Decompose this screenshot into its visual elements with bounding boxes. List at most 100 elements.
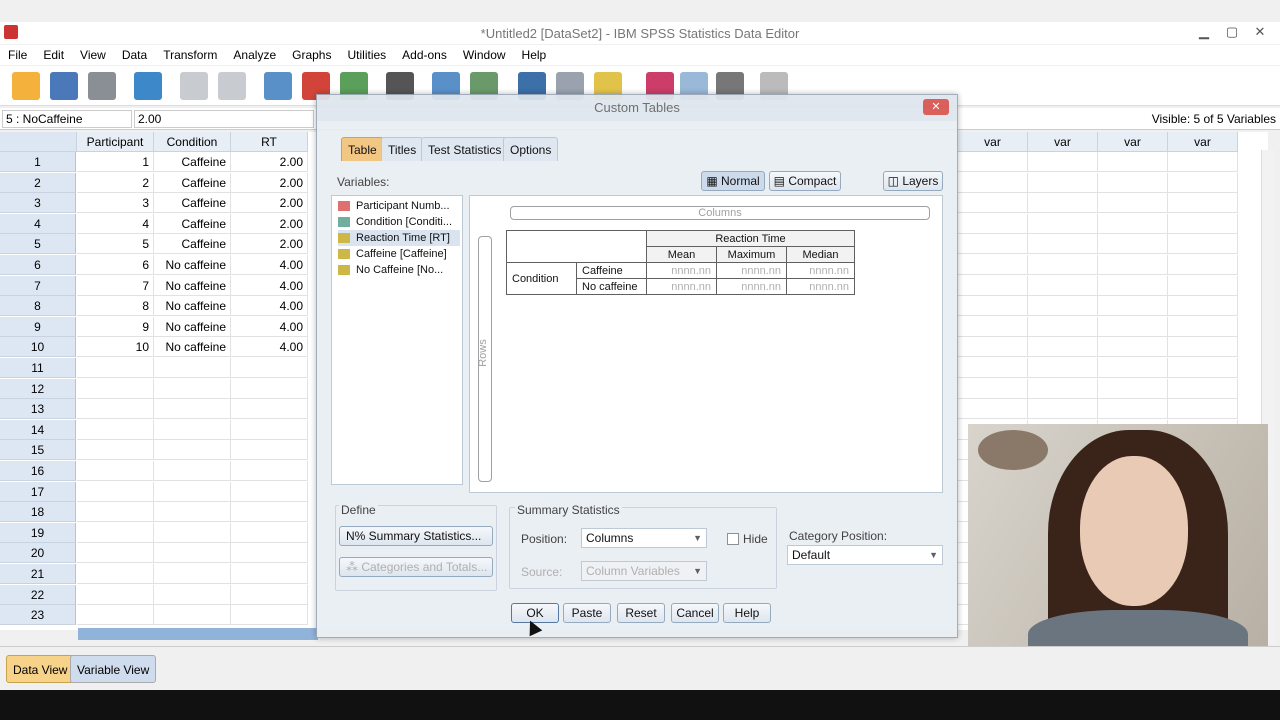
row-number[interactable]: 13 bbox=[0, 399, 76, 420]
menu-window[interactable]: Window bbox=[455, 45, 514, 65]
column-header-var[interactable]: var bbox=[1098, 132, 1168, 152]
table-cell[interactable] bbox=[1028, 213, 1098, 234]
column-header-var[interactable]: var bbox=[1168, 132, 1238, 152]
table-cell[interactable] bbox=[1098, 296, 1168, 317]
row-number[interactable]: 14 bbox=[0, 419, 76, 440]
table-cell[interactable] bbox=[77, 378, 154, 399]
table-cell[interactable] bbox=[231, 584, 308, 605]
print-icon[interactable] bbox=[88, 72, 116, 100]
row-number[interactable]: 3 bbox=[0, 193, 76, 214]
table-cell-participant[interactable]: 10 bbox=[77, 337, 154, 358]
table-cell[interactable] bbox=[1168, 213, 1238, 234]
table-cell-participant[interactable]: 5 bbox=[77, 234, 154, 255]
redo-icon[interactable] bbox=[218, 72, 246, 100]
table-cell[interactable] bbox=[1168, 316, 1238, 337]
table-cell-condition[interactable]: Caffeine bbox=[154, 152, 231, 172]
table-cell[interactable] bbox=[958, 378, 1028, 399]
table-cell[interactable] bbox=[958, 172, 1028, 193]
row-number[interactable]: 16 bbox=[0, 461, 76, 481]
row-number[interactable]: 7 bbox=[0, 275, 76, 296]
table-cell[interactable] bbox=[1168, 399, 1238, 420]
help-button[interactable]: Help bbox=[723, 603, 771, 623]
table-cell-participant[interactable]: 1 bbox=[77, 152, 154, 172]
open-folder-icon[interactable] bbox=[12, 72, 40, 100]
row-number[interactable]: 2 bbox=[0, 172, 76, 193]
table-cell[interactable] bbox=[77, 461, 154, 481]
table-cell[interactable] bbox=[1098, 193, 1168, 214]
table-cell[interactable] bbox=[958, 193, 1028, 214]
table-cell-rt[interactable]: 2.00 bbox=[231, 213, 308, 234]
summary-statistics-button[interactable]: N% Summary Statistics... bbox=[339, 526, 493, 546]
table-cell[interactable] bbox=[1168, 193, 1238, 214]
table-cell[interactable] bbox=[958, 358, 1028, 378]
list-item[interactable]: Caffeine [Caffeine] bbox=[338, 246, 460, 262]
close-button[interactable]: ✕ bbox=[1248, 24, 1272, 40]
tab-data-view[interactable]: Data View bbox=[6, 655, 75, 683]
table-cell[interactable] bbox=[231, 522, 308, 543]
row-number[interactable]: 12 bbox=[0, 378, 76, 399]
table-cell[interactable] bbox=[1028, 337, 1098, 358]
table-cell-condition[interactable]: Caffeine bbox=[154, 234, 231, 255]
list-item[interactable]: No Caffeine [No... bbox=[338, 262, 460, 278]
row-number[interactable]: 10 bbox=[0, 337, 76, 358]
table-cell[interactable] bbox=[77, 502, 154, 523]
menu-data[interactable]: Data bbox=[114, 45, 155, 65]
menu-view[interactable]: View bbox=[72, 45, 114, 65]
horizontal-scrollbar[interactable] bbox=[78, 628, 318, 640]
table-cell-rt[interactable]: 2.00 bbox=[231, 172, 308, 193]
row-number[interactable]: 20 bbox=[0, 543, 76, 564]
table-cell[interactable] bbox=[1168, 378, 1238, 399]
table-cell[interactable] bbox=[154, 461, 231, 481]
table-cell[interactable] bbox=[77, 419, 154, 440]
list-item[interactable]: Participant Numb... bbox=[338, 198, 460, 214]
table-cell[interactable] bbox=[154, 378, 231, 399]
table-cell[interactable] bbox=[1098, 255, 1168, 275]
row-number[interactable]: 15 bbox=[0, 440, 76, 461]
row-number[interactable]: 23 bbox=[0, 605, 76, 626]
cell-value-editor[interactable]: 2.00 bbox=[134, 110, 314, 128]
table-cell[interactable] bbox=[231, 543, 308, 564]
table-cell[interactable] bbox=[154, 605, 231, 626]
table-cell[interactable] bbox=[1168, 255, 1238, 275]
table-cell-rt[interactable]: 2.00 bbox=[231, 193, 308, 214]
table-cell[interactable] bbox=[231, 399, 308, 420]
table-cell[interactable] bbox=[1028, 358, 1098, 378]
dialog-close-button[interactable]: ✕ bbox=[923, 99, 949, 115]
table-cell-rt[interactable]: 2.00 bbox=[231, 234, 308, 255]
menu-transform[interactable]: Transform bbox=[155, 45, 225, 65]
table-cell-condition[interactable]: No caffeine bbox=[154, 316, 231, 337]
table-cell[interactable] bbox=[1098, 337, 1168, 358]
table-cell[interactable] bbox=[1028, 152, 1098, 172]
row-number[interactable]: 11 bbox=[0, 358, 76, 378]
table-cell[interactable] bbox=[1098, 275, 1168, 296]
table-cell[interactable] bbox=[231, 564, 308, 584]
table-cell[interactable] bbox=[77, 543, 154, 564]
table-cell[interactable] bbox=[1098, 172, 1168, 193]
table-cell[interactable] bbox=[958, 337, 1028, 358]
table-cell[interactable] bbox=[154, 481, 231, 502]
table-cell[interactable] bbox=[77, 584, 154, 605]
rows-drop-zone[interactable]: Rows bbox=[477, 236, 492, 482]
table-cell[interactable] bbox=[154, 440, 231, 461]
table-cell[interactable] bbox=[77, 440, 154, 461]
table-cell-participant[interactable]: 3 bbox=[77, 193, 154, 214]
menu-graphs[interactable]: Graphs bbox=[284, 45, 339, 65]
table-cell-condition[interactable]: Caffeine bbox=[154, 172, 231, 193]
menu-utilities[interactable]: Utilities bbox=[339, 45, 394, 65]
table-cell-rt[interactable]: 4.00 bbox=[231, 255, 308, 275]
table-cell[interactable] bbox=[958, 213, 1028, 234]
row-number[interactable]: 4 bbox=[0, 213, 76, 234]
table-cell-rt[interactable]: 4.00 bbox=[231, 275, 308, 296]
row-number[interactable]: 8 bbox=[0, 296, 76, 317]
table-cell[interactable] bbox=[77, 481, 154, 502]
table-cell[interactable] bbox=[1168, 172, 1238, 193]
minimize-button[interactable]: ▁ bbox=[1192, 24, 1216, 40]
table-cell[interactable] bbox=[1098, 399, 1168, 420]
table-cell[interactable] bbox=[231, 440, 308, 461]
menu-analyze[interactable]: Analyze bbox=[225, 45, 284, 65]
table-cell[interactable] bbox=[154, 358, 231, 378]
tab-test-statistics[interactable]: Test Statistics bbox=[421, 137, 509, 161]
table-cell[interactable] bbox=[958, 234, 1028, 255]
table-cell[interactable] bbox=[154, 522, 231, 543]
table-cell[interactable] bbox=[1028, 172, 1098, 193]
